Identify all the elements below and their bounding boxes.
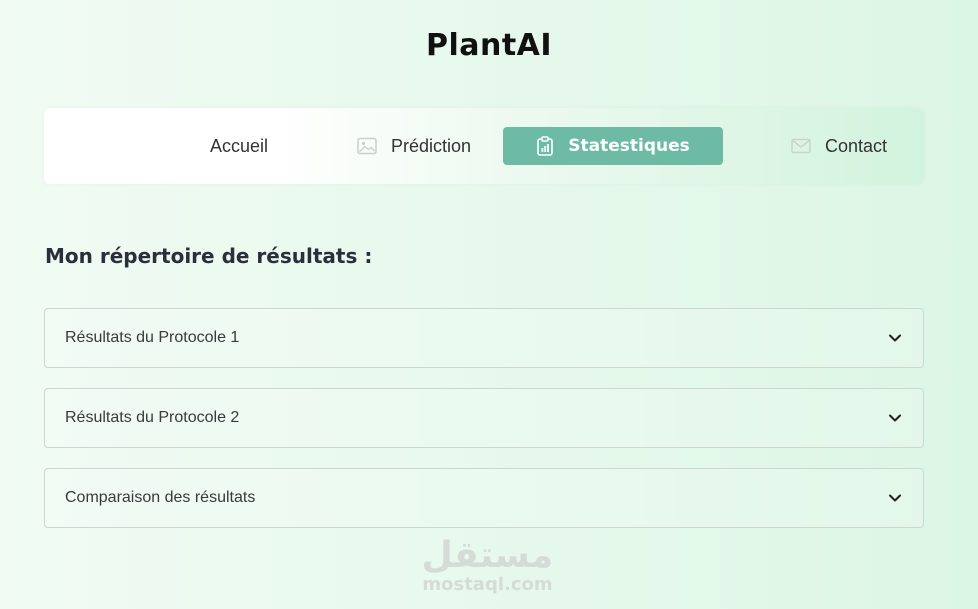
nav-item-label: Statestiques bbox=[568, 136, 690, 156]
accordion-protocole-2[interactable]: Résultats du Protocole 2 bbox=[44, 388, 924, 448]
accordion-comparaison[interactable]: Comparaison des résultats bbox=[44, 468, 924, 528]
envelope-icon bbox=[791, 138, 811, 154]
nav-item-label: Accueil bbox=[209, 135, 269, 156]
nav-item-accueil[interactable]: Accueil bbox=[144, 127, 334, 165]
app-title: PlantAI bbox=[425, 28, 553, 63]
chevron-down-icon[interactable] bbox=[887, 330, 903, 346]
chevron-down-icon[interactable] bbox=[887, 490, 903, 506]
nav-item-statestiques[interactable]: Statestiques bbox=[503, 127, 723, 165]
accordion-protocole-1[interactable]: Résultats du Protocole 1 bbox=[44, 308, 924, 368]
accordion-label: Résultats du Protocole 2 bbox=[65, 409, 240, 426]
clipboard-chart-icon bbox=[536, 136, 554, 156]
section-title: Mon répertoire de résultats : bbox=[45, 244, 373, 268]
watermark-arabic: مستقل bbox=[421, 535, 554, 576]
accordion-label: Comparaison des résultats bbox=[65, 489, 256, 506]
image-icon bbox=[357, 137, 377, 155]
main-navbar: Accueil Prédiction Statestiques Contact bbox=[44, 108, 924, 184]
nav-item-label: Contact bbox=[824, 135, 888, 156]
accordion-label: Résultats du Protocole 1 bbox=[65, 329, 240, 346]
watermark-logo: مستقل mostaql.com bbox=[400, 536, 575, 594]
nav-item-contact[interactable]: Contact bbox=[764, 127, 914, 165]
watermark-latin: mostaql.com bbox=[422, 574, 553, 595]
chevron-down-icon[interactable] bbox=[887, 410, 903, 426]
nav-item-prediction[interactable]: Prédiction bbox=[314, 127, 514, 165]
nav-item-label: Prédiction bbox=[390, 135, 472, 156]
